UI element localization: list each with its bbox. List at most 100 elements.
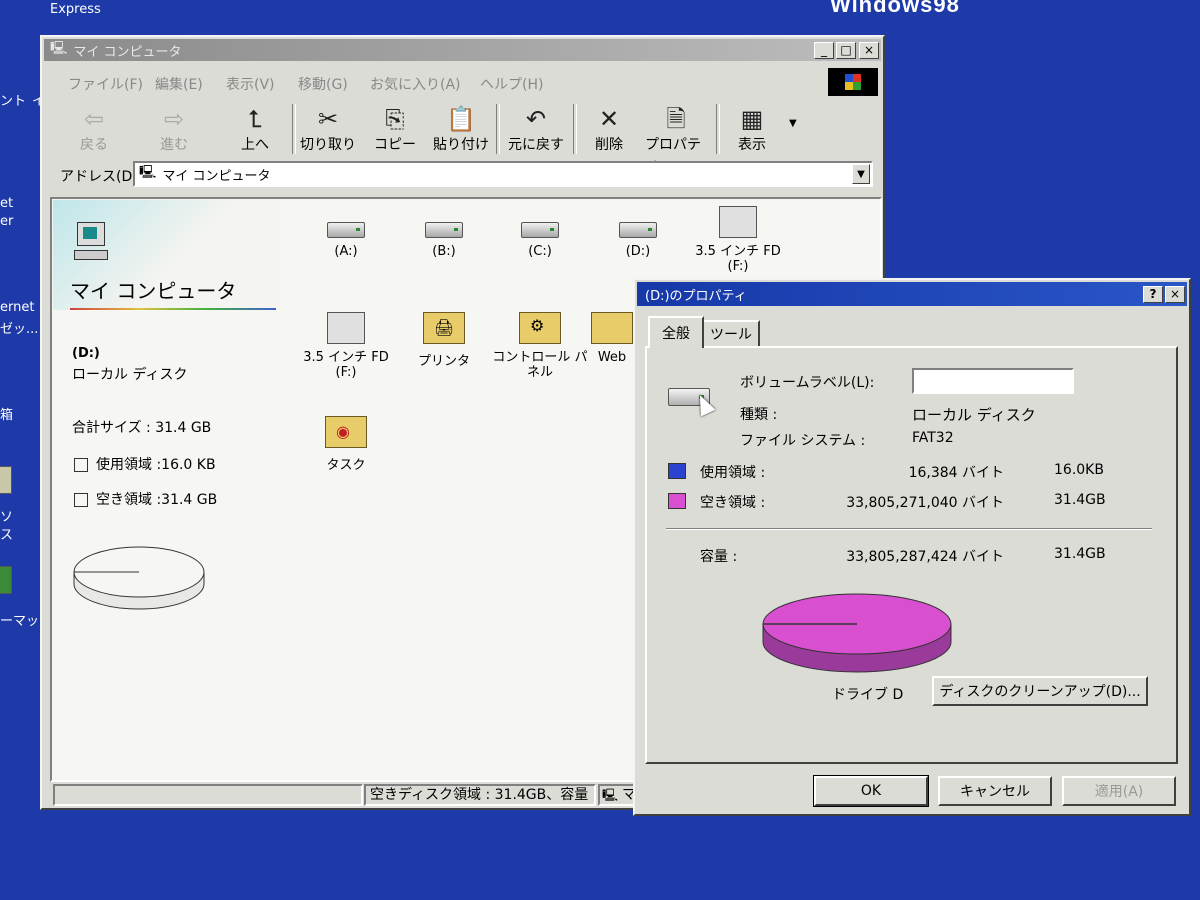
computer-icon: 🖳 (50, 41, 68, 56)
disk-pie-chart (762, 593, 952, 673)
volume-label-input[interactable] (912, 368, 1074, 394)
windows-logo (828, 68, 878, 96)
dialog-title: (D:)のプロパティ (645, 288, 747, 304)
desktop-label[interactable]: ント (0, 90, 26, 109)
total-size: 合計サイズ : 31.4 GB (72, 420, 212, 436)
desktop-label[interactable]: ゼッ... (0, 318, 38, 337)
menu-edit[interactable]: 編集(E) (155, 74, 203, 94)
fs-value: FAT32 (912, 430, 954, 446)
scissors-icon: ✂ (317, 105, 339, 133)
divider (666, 528, 1152, 530)
item-label: (C:) (528, 244, 552, 259)
desktop-label[interactable]: et (0, 196, 13, 211)
apply-label: 適用(A) (1094, 784, 1144, 800)
views-button[interactable]: ▦ 表示 (721, 104, 783, 156)
floppy-drive-icon (327, 312, 365, 344)
ok-button[interactable]: OK (813, 775, 929, 807)
disk-cleanup-label: ディスクのクリーンアップ(D)... (939, 684, 1141, 700)
free-legend: 空き領域 :31.4 GB (74, 489, 217, 509)
properties-button[interactable]: 🗎プロパティ (645, 104, 707, 173)
menu-go[interactable]: 移動(G) (298, 74, 348, 94)
cancel-label: キャンセル (960, 784, 1030, 800)
folder-icon[interactable] (0, 466, 12, 494)
drive-a[interactable]: (A:) (298, 222, 394, 259)
desktop-label[interactable]: ス (0, 524, 13, 543)
windows-brand: Windows98 (830, 0, 960, 17)
tab-tools[interactable]: ツール (704, 320, 760, 346)
views-dropdown-arrow-icon[interactable]: ▼ (789, 118, 797, 129)
drive-c[interactable]: (C:) (492, 222, 588, 259)
delete-button[interactable]: ✕ 削除 (578, 104, 640, 156)
type-caption: 種類 : (740, 407, 778, 423)
up-button[interactable]: ⮤ 上へ (224, 104, 286, 156)
printers-folder[interactable]: 🖨 プリンタ (396, 312, 492, 369)
tab-general[interactable]: 全般 (648, 316, 704, 348)
up-label: 上へ (241, 137, 269, 153)
floppy-drive[interactable]: 3.5 インチ FD (F:) (298, 312, 394, 380)
back-button[interactable]: ⇦ 戻る (63, 104, 125, 156)
menu-view[interactable]: 表示(V) (226, 74, 275, 94)
desktop-label[interactable]: ソ (0, 506, 13, 525)
properties-icon: 🗎 (666, 105, 686, 133)
paste-label: 貼り付け (433, 137, 489, 153)
undo-icon: ↶ (525, 105, 547, 133)
control-panel-folder[interactable]: ⚙ コントロール パネル (492, 312, 588, 380)
properties-titlebar[interactable]: (D:)のプロパティ ? × (637, 282, 1187, 306)
item-label: コントロール パネル (492, 350, 588, 380)
maximize-button[interactable]: □ (836, 41, 856, 59)
desktop-label[interactable]: 箱 (0, 404, 13, 423)
used-size: 16.0KB (1054, 462, 1104, 478)
cancel-button[interactable]: キャンセル (938, 776, 1052, 806)
item-label: (A:) (334, 244, 358, 259)
floppy-drive-icon (719, 206, 757, 238)
web-folder-icon (591, 312, 633, 344)
fs-caption: ファイル システム : (740, 433, 866, 449)
drive-icon (425, 222, 463, 238)
minimize-button[interactable]: _ (814, 41, 834, 59)
address-dropdown-icon[interactable]: ▼ (852, 164, 870, 184)
drive-d[interactable]: (D:) (590, 222, 686, 259)
item-label: プリンタ (417, 354, 470, 369)
explorer-titlebar[interactable]: 🖳 マイ コンピュータ _ □ × (44, 39, 881, 61)
undo-label: 元に戻す (508, 137, 564, 153)
printer-folder-icon: 🖨 (423, 312, 465, 344)
free-caption: 空き領域 : (700, 495, 766, 511)
address-value: マイ コンピュータ (162, 168, 271, 184)
desktop-label[interactable]: er (0, 214, 13, 229)
close-button[interactable]: × (859, 41, 879, 59)
cut-button[interactable]: ✂ 切り取り (297, 104, 359, 156)
apply-button[interactable]: 適用(A) (1062, 776, 1176, 806)
copy-icon: ⎘ (385, 105, 405, 133)
up-folder-icon: ⮤ (247, 105, 263, 133)
menu-help[interactable]: ヘルプ(H) (480, 74, 543, 94)
address-label: アドレス(D) (60, 169, 138, 185)
format-icon[interactable] (0, 566, 12, 594)
copy-button[interactable]: ⎘ コピー (364, 104, 426, 156)
drive-icon (521, 222, 559, 238)
menu-favorites[interactable]: お気に入り(A) (370, 74, 461, 94)
desktop-label[interactable]: Express (50, 2, 101, 17)
used-bytes: 16,384 バイト (908, 465, 1004, 481)
address-field[interactable]: 🖳 マイ コンピュータ ▼ (133, 161, 873, 187)
toolbar-separator (292, 104, 296, 154)
disk-cleanup-button[interactable]: ディスクのクリーンアップ(D)... (932, 676, 1148, 706)
clipboard-icon: 📋 (446, 105, 476, 133)
tasks-folder[interactable]: ◉ タスク (298, 416, 394, 473)
paste-button[interactable]: 📋 貼り付け (430, 104, 492, 156)
free-bytes: 33,805,271,040 バイト (846, 495, 1004, 511)
forward-button[interactable]: ⇨ 進む (143, 104, 205, 156)
floppy-drive-top[interactable]: 3.5 インチ FD (F:) (688, 206, 788, 274)
used-legend: 使用領域 :16.0 KB (74, 454, 216, 474)
status-text: 空きディスク領域 : 31.4GB、容量 : 3 (370, 787, 596, 803)
drive-b[interactable]: (B:) (396, 222, 492, 259)
views-grid-icon: ▦ (740, 105, 764, 133)
undo-button[interactable]: ↶ 元に戻す (505, 104, 567, 156)
close-button[interactable]: × (1165, 285, 1185, 303)
status-bar-zone: 🖳 マ (598, 784, 638, 806)
help-button[interactable]: ? (1143, 285, 1163, 303)
copy-label: コピー (374, 137, 416, 153)
used-caption: 使用領域 : (700, 465, 766, 481)
desktop-label[interactable]: ernet (0, 300, 34, 315)
capacity-caption: 容量 : (700, 549, 738, 565)
menu-file[interactable]: ファイル(F) (68, 74, 143, 94)
